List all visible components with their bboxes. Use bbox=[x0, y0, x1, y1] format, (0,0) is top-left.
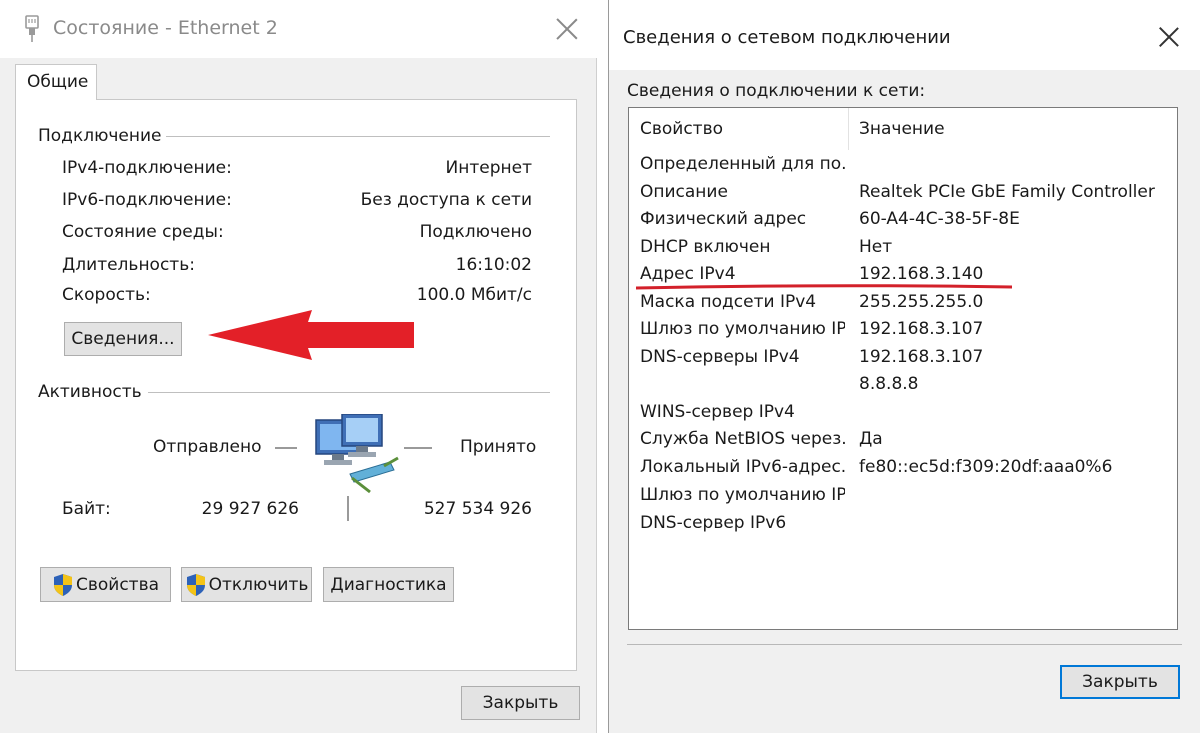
value-cell: fe80::ec5d:f309:20df:aaa0%6 bbox=[859, 457, 1113, 477]
activity-group-label: Активность bbox=[38, 382, 150, 402]
close-icon[interactable] bbox=[555, 17, 579, 41]
diagnose-button[interactable]: Диагностика bbox=[323, 567, 454, 602]
column-header-value[interactable]: Значение bbox=[859, 119, 945, 139]
column-separator[interactable] bbox=[848, 108, 849, 150]
property-cell: Локальный IPv6-адрес... bbox=[640, 457, 845, 477]
property-cell: Служба NetBIOS через... bbox=[640, 429, 845, 449]
list-item[interactable]: Шлюз по умолчанию IP... 192.168.3.107 bbox=[629, 319, 1177, 347]
duration-value: 16:10:02 bbox=[455, 255, 532, 275]
activity-group-line bbox=[148, 392, 550, 393]
value-cell: 8.8.8.8 bbox=[859, 374, 919, 394]
details-button-label: Сведения... bbox=[71, 329, 175, 349]
details-caption: Сведения о подключении к сети: bbox=[627, 81, 926, 101]
ipv4-connection-label: IPv4-подключение: bbox=[62, 158, 232, 178]
property-cell: Шлюз по умолчанию IP... bbox=[640, 319, 845, 339]
speed-label: Скорость: bbox=[62, 285, 151, 305]
received-label: Принято bbox=[460, 437, 537, 457]
list-item[interactable]: Служба NetBIOS через... Да bbox=[629, 429, 1177, 457]
list-item[interactable]: DNS-серверы IPv4 192.168.3.107 bbox=[629, 347, 1177, 375]
list-item[interactable]: Шлюз по умолчанию IP... bbox=[629, 485, 1177, 513]
disable-button-label: Отключить bbox=[208, 574, 309, 595]
connection-group-line bbox=[166, 136, 550, 137]
list-item[interactable]: Описание Realtek PCIe GbE Family Control… bbox=[629, 182, 1177, 210]
screenshot-stage: Состояние - Ethernet 2 Общие Подключение… bbox=[0, 0, 1200, 733]
value-cell: 60-A4-4C-38-5F-8E bbox=[859, 209, 1020, 229]
details-separator bbox=[627, 644, 1182, 645]
ipv4-connection-value: Интернет bbox=[445, 158, 532, 178]
property-cell: Определенный для по... bbox=[640, 154, 845, 174]
connection-group-label: Подключение bbox=[38, 126, 170, 146]
value-cell: 192.168.3.107 bbox=[859, 319, 984, 339]
bytes-divider bbox=[347, 496, 349, 521]
tab-general[interactable]: Общие bbox=[15, 64, 97, 100]
value-cell: Realtek PCIe GbE Family Controller bbox=[859, 182, 1155, 202]
list-item[interactable]: DNS-сервер IPv6 bbox=[629, 513, 1177, 541]
list-item[interactable]: Локальный IPv6-адрес... fe80::ec5d:f309:… bbox=[629, 457, 1177, 485]
list-item[interactable]: Физический адрес 60-A4-4C-38-5F-8E bbox=[629, 209, 1177, 237]
bytes-received-value: 527 534 926 bbox=[423, 499, 532, 519]
property-cell: Физический адрес bbox=[640, 209, 807, 229]
value-cell: 192.168.3.107 bbox=[859, 347, 984, 367]
property-cell: WINS-сервер IPv4 bbox=[640, 402, 795, 422]
details-dialog: Сведения о сетевом подключении Сведения … bbox=[608, 0, 1200, 733]
status-close-button[interactable]: Закрыть bbox=[461, 686, 580, 720]
close-icon[interactable] bbox=[1157, 25, 1181, 49]
ipv6-connection-value: Без доступа к сети bbox=[360, 190, 532, 210]
details-titlebar: Сведения о сетевом подключении bbox=[609, 0, 1200, 70]
details-list[interactable]: Свойство Значение Определенный для по...… bbox=[628, 107, 1178, 630]
value-cell: 192.168.3.140 bbox=[859, 264, 984, 284]
property-cell: Шлюз по умолчанию IP... bbox=[640, 485, 845, 505]
network-computers-icon bbox=[315, 414, 399, 494]
properties-button-label: Свойства bbox=[75, 574, 160, 595]
duration-label: Длительность: bbox=[62, 255, 195, 275]
bytes-label: Байт: bbox=[62, 499, 111, 519]
speed-value: 100.0 Мбит/с bbox=[416, 285, 532, 305]
value-cell: Нет bbox=[859, 237, 893, 257]
status-close-button-label: Закрыть bbox=[482, 693, 559, 713]
property-cell: Маска подсети IPv4 bbox=[640, 292, 817, 312]
property-cell: DNS-сервер IPv6 bbox=[640, 513, 787, 533]
media-state-label: Состояние среды: bbox=[62, 222, 224, 242]
status-dialog-title: Состояние - Ethernet 2 bbox=[53, 17, 278, 39]
list-item[interactable]: Определенный для по... bbox=[629, 154, 1177, 182]
details-close-button-label: Закрыть bbox=[1082, 672, 1158, 692]
disable-button[interactable]: Отключить bbox=[181, 567, 312, 602]
red-arrow-annotation bbox=[208, 310, 414, 360]
status-titlebar: Состояние - Ethernet 2 bbox=[0, 0, 597, 58]
property-cell: DNS-серверы IPv4 bbox=[640, 347, 800, 367]
properties-button[interactable]: Свойства bbox=[40, 567, 171, 602]
details-close-button[interactable]: Закрыть bbox=[1060, 665, 1180, 699]
column-header-property[interactable]: Свойство bbox=[640, 119, 723, 139]
red-underline-annotation bbox=[636, 284, 1012, 290]
media-state-value: Подключено bbox=[419, 222, 532, 242]
list-item[interactable]: 8.8.8.8 bbox=[629, 374, 1177, 402]
list-item[interactable]: Маска подсети IPv4 255.255.255.0 bbox=[629, 292, 1177, 320]
list-item[interactable]: WINS-сервер IPv4 bbox=[629, 402, 1177, 430]
value-cell: 255.255.255.0 bbox=[859, 292, 984, 312]
list-header: Свойство Значение bbox=[629, 108, 1177, 150]
property-cell: DHCP включен bbox=[640, 237, 771, 257]
details-dialog-title: Сведения о сетевом подключении bbox=[623, 27, 951, 48]
status-dialog: Состояние - Ethernet 2 Общие Подключение… bbox=[0, 0, 597, 733]
ipv6-connection-label: IPv6-подключение: bbox=[62, 190, 232, 210]
uac-shield-icon bbox=[186, 573, 205, 596]
sent-line bbox=[275, 447, 297, 449]
details-button[interactable]: Сведения... bbox=[64, 322, 182, 356]
diagnose-button-label: Диагностика bbox=[330, 574, 447, 595]
value-cell: Да bbox=[859, 429, 883, 449]
uac-shield-icon bbox=[53, 573, 72, 596]
bytes-sent-value: 29 927 626 bbox=[201, 499, 299, 519]
sent-label: Отправлено bbox=[153, 437, 262, 457]
received-line bbox=[404, 447, 432, 449]
property-cell: Адрес IPv4 bbox=[640, 264, 736, 284]
ethernet-plug-icon bbox=[25, 15, 39, 42]
property-cell: Описание bbox=[640, 182, 728, 202]
list-item[interactable]: DHCP включен Нет bbox=[629, 237, 1177, 265]
